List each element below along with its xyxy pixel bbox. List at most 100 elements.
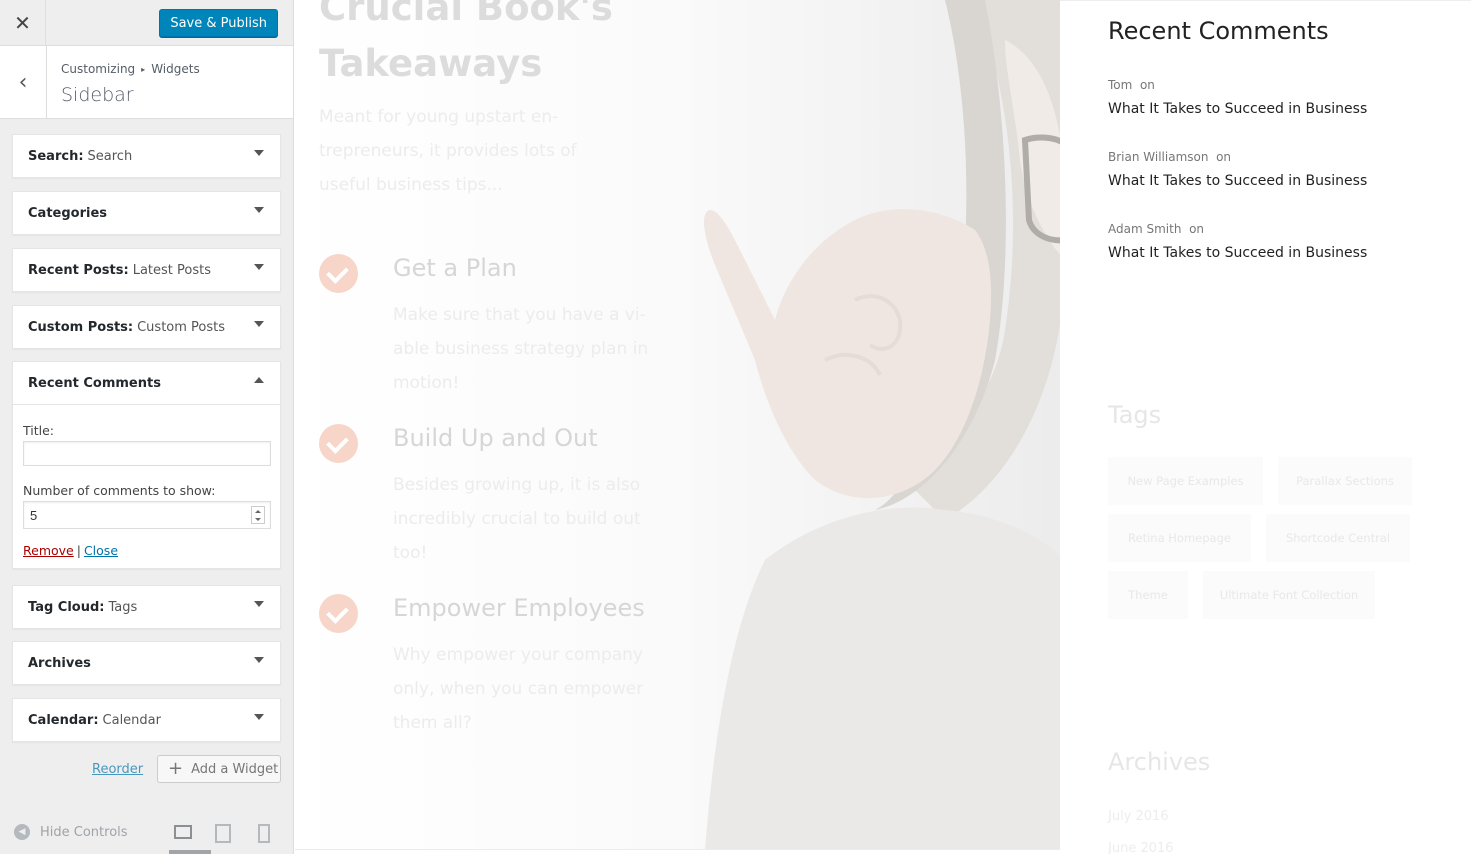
widget-name: Archives (28, 655, 91, 671)
comment-meta: Tom on (1108, 78, 1448, 92)
section-header: ‹ Customizing ▸ Widgets Sidebar (0, 46, 293, 119)
widget-header[interactable]: Calendar: Calendar (13, 699, 280, 741)
widget-header[interactable]: Custom Posts: Custom Posts (13, 306, 280, 348)
desktop-icon[interactable] (172, 822, 192, 842)
widget-archives[interactable]: Archives (12, 641, 281, 685)
feature-text: Why empower your company only, when you … (393, 645, 644, 733)
comment-on: on (1189, 222, 1205, 236)
hide-controls-button[interactable]: ◀ Hide Controls (14, 824, 128, 840)
comment-post-link[interactable]: What It Takes to Succeed in Business (1108, 245, 1448, 261)
comment-author[interactable]: Tom (1108, 78, 1132, 92)
title-label: Title: (23, 423, 54, 438)
tag-chip[interactable]: Parallax Sections (1278, 457, 1412, 505)
feature-text: Besides growing up, it is also incredibl… (393, 475, 641, 563)
widget-header[interactable]: Recent Posts: Latest Posts (13, 249, 280, 291)
widget-recent-posts[interactable]: Recent Posts: Latest Posts (12, 248, 281, 292)
tag-chip[interactable]: Ultimate Font Collection (1203, 571, 1375, 619)
comment-meta: Brian Williamson on (1108, 150, 1448, 164)
hero-heading: Crucial Book's Takeaways (319, 0, 613, 92)
hide-controls-label: Hide Controls (40, 824, 128, 840)
back-icon[interactable]: ‹ (0, 46, 47, 118)
widget-subtitle: Latest Posts (132, 262, 211, 278)
caret-down-icon[interactable] (254, 657, 264, 663)
widget-header[interactable]: Tag Cloud: Tags (13, 586, 280, 628)
title-field[interactable] (23, 441, 271, 466)
reorder-link[interactable]: Reorder (92, 762, 143, 777)
widget-tag-cloud[interactable]: Tag Cloud: Tags (12, 585, 281, 629)
feature-title: Get a Plan (393, 254, 517, 282)
add-widget-button[interactable]: + Add a Widget (157, 755, 281, 783)
tag-chip[interactable]: Retina Homepage (1108, 514, 1251, 562)
widget-categories[interactable]: Categories (12, 191, 281, 235)
comment-author[interactable]: Adam Smith (1108, 222, 1181, 236)
widget-subtitle: Tags (108, 599, 138, 615)
widget-name: Recent Posts: (28, 262, 129, 278)
save-publish-button[interactable]: Save & Publish (159, 9, 278, 37)
archives-title: Archives (1108, 748, 1211, 776)
widget-name: Calendar: (28, 712, 99, 728)
comment-on: on (1216, 150, 1232, 164)
breadcrumb-parent: Widgets (151, 62, 200, 76)
caret-down-icon[interactable] (254, 321, 264, 327)
breadcrumb-separator: ▸ (141, 64, 146, 74)
widget-recent-comments[interactable]: Recent Comments Title: Number of comment… (12, 361, 281, 569)
widget-name: Custom Posts: (28, 319, 134, 335)
widget-name: Categories (28, 205, 108, 221)
active-device-indicator (169, 850, 211, 854)
comments-count-stepper[interactable] (23, 501, 271, 529)
archive-link[interactable]: July 2016 (1108, 809, 1169, 824)
comment-post-link[interactable]: What It Takes to Succeed in Business (1108, 173, 1448, 189)
caret-down-icon[interactable] (254, 601, 264, 607)
caret-down-icon[interactable] (254, 150, 264, 156)
widget-header[interactable]: Categories (13, 192, 280, 234)
close-link[interactable]: Close (84, 543, 118, 558)
tablet-icon[interactable] (212, 822, 232, 843)
widget-header[interactable]: Archives (13, 642, 280, 684)
comment-item: Adam Smith on What It Takes to Succeed i… (1108, 222, 1448, 261)
caret-down-icon[interactable] (254, 264, 264, 270)
widget-calendar[interactable]: Calendar: Calendar (12, 698, 281, 742)
add-widget-label: Add a Widget (191, 761, 279, 777)
feature-title: Empower Employees (393, 594, 645, 622)
comment-meta: Adam Smith on (1108, 222, 1448, 236)
comment-item: Tom on What It Takes to Succeed in Busin… (1108, 78, 1448, 117)
comment-post-link[interactable]: What It Takes to Succeed in Business (1108, 101, 1448, 117)
hero-intro: Meant for young upstart en-trepreneurs, … (319, 107, 577, 195)
widget-custom-posts[interactable]: Custom Posts: Custom Posts (12, 305, 281, 349)
section-title: Sidebar (61, 84, 134, 106)
feature-text: Make sure that you have a vi-able busine… (393, 305, 649, 393)
widget-subtitle: Custom Posts (137, 319, 226, 335)
widget-search[interactable]: Search: Search (12, 134, 281, 178)
close-icon[interactable]: ✕ (0, 0, 46, 46)
site-preview: Crucial Book's Takeaways Meant for young… (295, 0, 1471, 854)
hero-woman-image (703, 0, 1060, 850)
hero-heading-line1: Crucial Book's (319, 0, 613, 29)
widget-header[interactable]: Search: Search (13, 135, 280, 177)
archive-link[interactable]: June 2016 (1108, 841, 1174, 854)
widget-header[interactable]: Recent Comments (13, 362, 280, 404)
hero-bottom-rule (295, 849, 1060, 850)
caret-up-icon[interactable] (254, 377, 264, 383)
remove-link[interactable]: Remove (23, 543, 74, 558)
device-preview-group (172, 822, 272, 843)
widget-name: Recent Comments (28, 375, 161, 391)
tag-chip[interactable]: Theme (1108, 571, 1188, 619)
caret-down-icon[interactable] (254, 207, 264, 213)
tag-chip[interactable]: Shortcode Central (1266, 514, 1410, 562)
caret-down-icon[interactable] (254, 714, 264, 720)
widget-area-actions: Reorder + Add a Widget (0, 755, 294, 783)
tags-title: Tags (1108, 401, 1162, 429)
customizer-header: ✕ Save & Publish (0, 0, 293, 46)
spinner-arrows-icon[interactable] (251, 506, 265, 524)
checkmark-icon (319, 424, 358, 463)
comment-on: on (1139, 78, 1155, 92)
mobile-icon[interactable] (252, 822, 272, 843)
number-stepper-wrap (23, 501, 271, 529)
customizer-panel: ✕ Save & Publish ‹ Customizing ▸ Widgets… (0, 0, 294, 854)
widget-actions: Remove | Close (23, 543, 270, 558)
plus-icon: + (168, 758, 184, 779)
comment-author[interactable]: Brian Williamson (1108, 150, 1208, 164)
hero-section: Crucial Book's Takeaways Meant for young… (295, 0, 1060, 850)
tag-chip[interactable]: New Page Examples (1108, 457, 1263, 505)
recent-comments-title: Recent Comments (1108, 17, 1329, 45)
